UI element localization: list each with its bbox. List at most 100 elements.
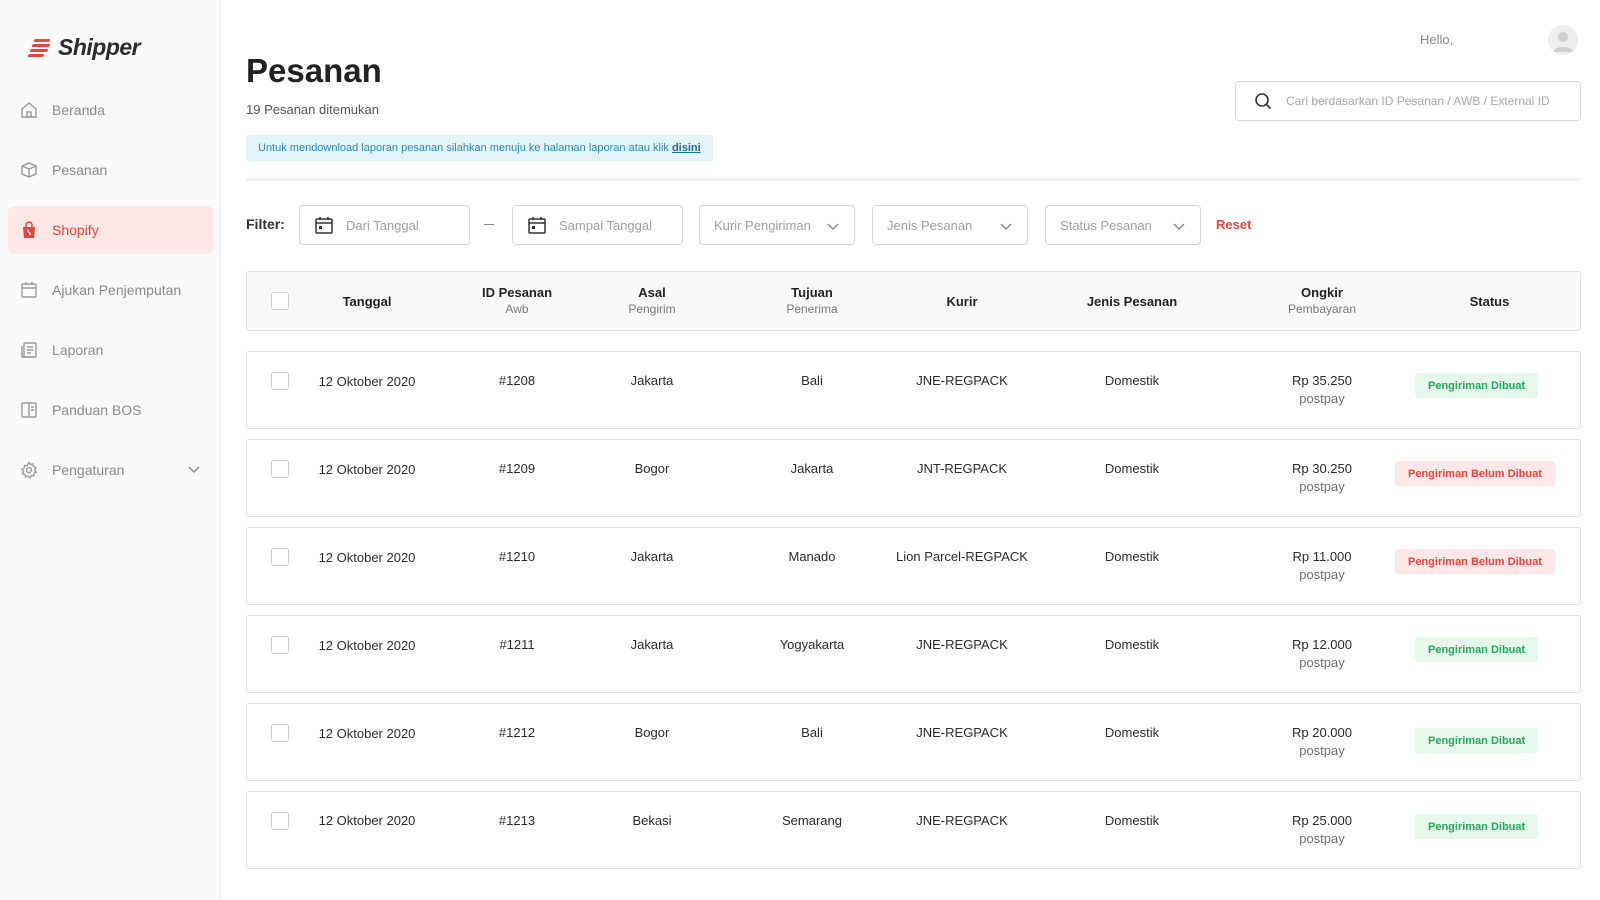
col-header-order-id[interactable]: ID Pesanan Awb <box>457 285 577 316</box>
user-avatar-icon <box>1553 32 1573 52</box>
row-cost: Rp 30.250 postpay <box>1237 461 1407 494</box>
chevron-down-icon <box>1000 223 1012 230</box>
col-header-courier[interactable]: Kurir <box>877 294 1047 309</box>
courier-dropdown[interactable]: Kurir Pengiriman <box>699 205 855 245</box>
row-cost-value: Rp 35.250 <box>1292 373 1352 388</box>
row-cost: Rp 20.000 postpay <box>1237 725 1407 758</box>
row-checkbox[interactable] <box>271 372 289 390</box>
row-payment-type: postpay <box>1299 479 1345 494</box>
order-type-dropdown-label: Jenis Pesanan <box>887 217 973 233</box>
order-type-dropdown[interactable]: Jenis Pesanan <box>872 205 1028 245</box>
row-cost: Rp 12.000 postpay <box>1237 637 1407 670</box>
row-origin: Jakarta <box>630 373 674 388</box>
to-date-picker[interactable]: Sampai Tanggal <box>512 205 683 245</box>
row-order-id[interactable]: #1209 <box>457 461 577 476</box>
row-order-id[interactable]: #1208 <box>457 373 577 388</box>
sidebar: Shipper Beranda Pesanan Shopify Ajukan P… <box>0 0 221 900</box>
row-payment-type: postpay <box>1299 743 1345 758</box>
search-icon <box>1255 93 1272 110</box>
row-payment-type: postpay <box>1299 831 1345 846</box>
table-row[interactable]: 12 Oktober 2020 #1213 Bekasi Semarang JN… <box>246 791 1581 869</box>
row-courier: JNE-REGPACK <box>916 373 1008 388</box>
info-banner: Untuk mendownload laporan pesanan silahk… <box>246 135 713 161</box>
row-origin: Bogor <box>634 725 670 740</box>
row-checkbox[interactable] <box>271 724 289 742</box>
shipper-logo[interactable]: Shipper <box>27 34 141 61</box>
calendar-icon <box>315 217 333 234</box>
table-row[interactable]: 12 Oktober 2020 #1211 Jakarta Yogyakarta… <box>246 615 1581 693</box>
col-header-cost[interactable]: Ongkir Pembayaran <box>1237 285 1407 316</box>
row-destination: Yogyakarta <box>779 637 845 652</box>
row-checkbox[interactable] <box>271 636 289 654</box>
row-checkbox[interactable] <box>271 812 289 830</box>
select-all-checkbox[interactable] <box>271 292 289 310</box>
row-order-type: Domestik <box>1104 813 1160 828</box>
result-count: 19 Pesanan ditemukan <box>246 102 379 117</box>
status-badge: Pengiriman Dibuat <box>1415 728 1539 753</box>
row-date: 12 Oktober 2020 <box>318 813 416 828</box>
order-status-dropdown-label: Status Pesanan <box>1060 217 1152 233</box>
box-icon <box>20 161 38 179</box>
col-header-origin[interactable]: Asal Pengirim <box>587 285 717 316</box>
col-header-status[interactable]: Status <box>1407 294 1572 309</box>
report-link[interactable]: disini <box>672 142 701 154</box>
row-cost: Rp 11.000 postpay <box>1237 549 1407 582</box>
calendar-icon <box>528 217 546 234</box>
row-payment-type: postpay <box>1299 391 1345 406</box>
row-destination: Bali <box>801 373 823 388</box>
sidebar-item-ajukan-penjemputan[interactable]: Ajukan Penjemputan <box>8 266 213 314</box>
table-header: Tanggal ID Pesanan Awb Asal Pengirim Tuj… <box>246 271 1581 331</box>
row-courier: JNE-REGPACK <box>916 813 1008 828</box>
info-banner-text: Untuk mendownload laporan pesanan silahk… <box>258 142 669 154</box>
col-header-order-type[interactable]: Jenis Pesanan <box>1047 294 1217 309</box>
chevron-down-icon <box>1173 223 1185 230</box>
guide-icon <box>20 401 38 419</box>
row-order-id[interactable]: #1211 <box>457 637 577 652</box>
to-date-placeholder: Sampai Tanggal <box>559 217 652 233</box>
avatar[interactable] <box>1548 25 1578 55</box>
col-header-destination[interactable]: Tujuan Penerima <box>747 285 877 316</box>
table-row[interactable]: 12 Oktober 2020 #1210 Jakarta Manado Lio… <box>246 527 1581 605</box>
row-date: 12 Oktober 2020 <box>318 462 416 477</box>
row-destination: Bali <box>801 725 823 740</box>
shopping-bag-icon <box>20 221 38 239</box>
table-row[interactable]: 12 Oktober 2020 #1208 Jakarta Bali JNE-R… <box>246 351 1581 429</box>
status-badge: Pengiriman Dibuat <box>1415 637 1539 662</box>
chevron-down-icon[interactable] <box>187 462 201 476</box>
row-order-id[interactable]: #1212 <box>457 725 577 740</box>
row-courier: Lion Parcel-REGPACK <box>896 549 1028 564</box>
sidebar-item-pengaturan[interactable]: Pengaturan <box>8 446 213 494</box>
col-header-date[interactable]: Tanggal <box>302 294 432 309</box>
row-cost-value: Rp 25.000 <box>1292 813 1352 828</box>
order-status-dropdown[interactable]: Status Pesanan <box>1045 205 1201 245</box>
sidebar-item-panduan-bos[interactable]: Panduan BOS <box>8 386 213 434</box>
row-date: 12 Oktober 2020 <box>318 726 416 741</box>
sidebar-item-shopify[interactable]: Shopify <box>8 206 213 254</box>
date-range-separator <box>484 224 494 225</box>
report-icon <box>20 341 38 359</box>
sidebar-item-label: Pesanan <box>52 162 108 178</box>
row-order-type: Domestik <box>1104 461 1160 476</box>
row-cost-value: Rp 20.000 <box>1292 725 1352 740</box>
sidebar-item-laporan[interactable]: Laporan <box>8 326 213 374</box>
greeting-text: Hello, <box>1420 32 1454 47</box>
row-cost-value: Rp 11.000 <box>1292 549 1352 564</box>
row-checkbox[interactable] <box>271 460 289 478</box>
row-order-id[interactable]: #1210 <box>457 549 577 564</box>
sidebar-item-beranda[interactable]: Beranda <box>8 86 213 134</box>
from-date-picker[interactable]: Dari Tanggal <box>299 205 470 245</box>
reset-filter-button[interactable]: Reset <box>1216 217 1251 232</box>
table-row[interactable]: 12 Oktober 2020 #1212 Bogor Bali JNE-REG… <box>246 703 1581 781</box>
from-date-placeholder: Dari Tanggal <box>346 217 419 233</box>
row-cost-value: Rp 30.250 <box>1292 461 1352 476</box>
row-date: 12 Oktober 2020 <box>318 374 416 389</box>
sidebar-item-pesanan[interactable]: Pesanan <box>8 146 213 194</box>
gear-icon <box>20 461 38 479</box>
shipper-logo-icon <box>27 36 54 60</box>
table-row[interactable]: 12 Oktober 2020 #1209 Bogor Jakarta JNT-… <box>246 439 1581 517</box>
row-order-id[interactable]: #1213 <box>457 813 577 828</box>
search-input[interactable] <box>1286 94 1576 108</box>
row-checkbox[interactable] <box>271 548 289 566</box>
brand-name: Shipper <box>58 34 141 60</box>
sidebar-item-label: Ajukan Penjemputan <box>52 282 182 298</box>
